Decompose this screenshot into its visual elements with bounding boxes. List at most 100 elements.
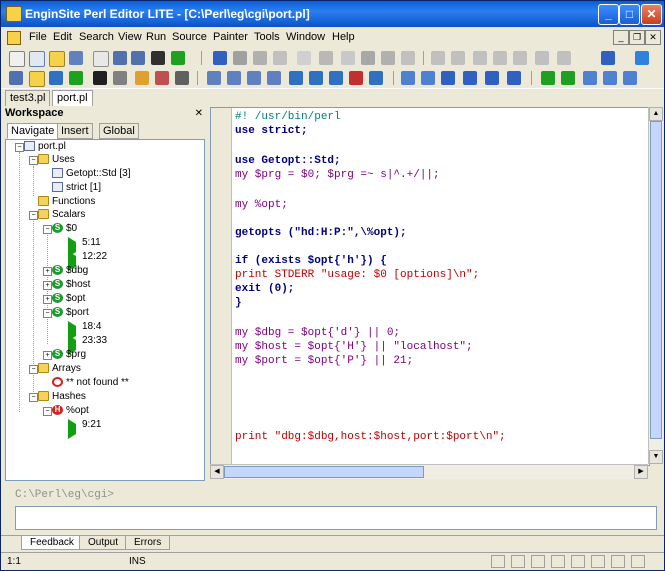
delete-icon[interactable] (361, 51, 375, 65)
menu-search[interactable]: Search (79, 31, 114, 43)
browse-icon[interactable] (29, 71, 45, 87)
frame-icon[interactable] (421, 71, 435, 85)
tab-insert[interactable]: Insert (57, 123, 93, 139)
debug-run-icon[interactable] (69, 71, 83, 85)
menu-view[interactable]: View (118, 31, 142, 43)
tab-navigate[interactable]: Navigate (7, 123, 59, 139)
help-icon[interactable] (635, 51, 649, 65)
color-icon[interactable] (349, 71, 363, 85)
breakpoint-icon[interactable] (155, 71, 169, 85)
redo-icon[interactable] (451, 51, 465, 65)
close-icon[interactable]: ✕ (195, 108, 203, 119)
grid-icon[interactable] (227, 71, 241, 85)
module-icon[interactable] (369, 71, 383, 85)
mdi-restore-button[interactable]: ❐ (629, 30, 645, 45)
browser-icon[interactable] (401, 71, 415, 85)
panel-splitter[interactable] (206, 107, 209, 480)
syntax-check-icon[interactable] (9, 71, 23, 85)
list-icon[interactable] (289, 71, 303, 85)
help-search-icon[interactable] (601, 51, 615, 65)
doc-system-icon[interactable] (7, 31, 21, 45)
code-editor[interactable]: #! /usr/bin/perl use strict; use Getopt:… (210, 107, 650, 466)
comment-icon[interactable] (151, 51, 165, 65)
server-icon[interactable] (507, 71, 521, 85)
refresh-icon[interactable] (49, 71, 63, 85)
menu-edit[interactable]: Edit (53, 31, 72, 43)
painter-icon[interactable] (213, 51, 227, 65)
undo-icon[interactable] (431, 51, 445, 65)
back-icon[interactable] (561, 71, 575, 85)
menu-run[interactable]: Run (146, 31, 166, 43)
console-input[interactable] (15, 506, 657, 530)
css-icon[interactable] (463, 71, 477, 85)
cascade-icon[interactable] (603, 71, 617, 85)
outdent-icon[interactable] (131, 51, 145, 65)
cgi-icon[interactable] (485, 71, 499, 85)
new-project-icon[interactable] (29, 51, 45, 67)
tab-errors[interactable]: Errors (125, 536, 171, 550)
status-icon (591, 555, 605, 568)
scroll-down-icon[interactable]: ▼ (649, 450, 663, 464)
table-icon[interactable] (267, 71, 281, 85)
menu-window[interactable]: Window (286, 31, 325, 43)
horizontal-scroll-thumb[interactable] (224, 466, 424, 478)
rect-icon[interactable] (253, 51, 267, 65)
scroll-right-icon[interactable]: ▶ (634, 465, 648, 479)
editor-vertical-scrollbar[interactable]: ▲ ▼ (648, 107, 663, 464)
menu-source[interactable]: Source (172, 31, 207, 43)
tab-feedback[interactable]: Feedback (21, 536, 83, 550)
clock-icon[interactable] (175, 71, 189, 85)
chart-icon[interactable] (329, 71, 343, 85)
scroll-up-icon[interactable]: ▲ (649, 107, 663, 121)
open-folder-icon[interactable] (49, 51, 65, 67)
doc-tab-port[interactable]: port.pl (52, 90, 93, 106)
stop-icon[interactable] (113, 71, 127, 85)
shape-icon[interactable] (297, 51, 311, 65)
cut-icon[interactable] (473, 51, 487, 65)
eraser-icon[interactable] (341, 51, 355, 65)
menu-tools[interactable]: Tools (254, 31, 280, 43)
arrange-icon[interactable] (623, 71, 637, 85)
status-icon (571, 555, 585, 568)
indent-icon[interactable] (113, 51, 127, 65)
pencil-icon[interactable] (319, 51, 333, 65)
save-icon[interactable] (69, 51, 83, 65)
copy-icon[interactable] (493, 51, 507, 65)
menu-help[interactable]: Help (332, 31, 355, 43)
tree-icon[interactable] (309, 71, 323, 85)
mdi-close-button[interactable]: ✕ (645, 30, 661, 45)
tab-output[interactable]: Output (79, 536, 128, 550)
text-icon[interactable] (401, 51, 415, 65)
mdi-minimize-button[interactable]: _ (613, 30, 629, 45)
doc-tab-test3[interactable]: test3.pl (5, 90, 51, 106)
maximize-button[interactable]: □ (619, 4, 640, 25)
hash-icon: H (52, 405, 63, 415)
menu-painter[interactable]: Painter (213, 31, 248, 43)
close-button[interactable]: ✕ (641, 4, 662, 25)
line-icon[interactable] (233, 51, 247, 65)
print-icon[interactable] (93, 51, 109, 67)
new-file-icon[interactable] (9, 51, 25, 67)
form-icon[interactable] (247, 71, 261, 85)
console-icon[interactable] (93, 71, 107, 85)
scroll-left-icon[interactable]: ◀ (210, 465, 224, 479)
html-icon[interactable] (441, 71, 455, 85)
find-icon[interactable] (535, 51, 549, 65)
replace-icon[interactable] (557, 51, 571, 65)
vertical-scroll-thumb[interactable] (650, 121, 662, 439)
run-icon[interactable] (171, 51, 185, 65)
tab-global[interactable]: Global (99, 123, 139, 139)
forward-icon[interactable] (541, 71, 555, 85)
editor-horizontal-scrollbar[interactable]: ◀ ▶ (210, 464, 648, 479)
ellipse-icon[interactable] (273, 51, 287, 65)
app-icon (6, 6, 22, 22)
window-icon[interactable] (207, 71, 221, 85)
module-icon (52, 168, 63, 178)
paste-icon[interactable] (513, 51, 527, 65)
menu-file[interactable]: File (29, 31, 47, 43)
tile-icon[interactable] (583, 71, 597, 85)
format-icon[interactable] (135, 71, 149, 85)
fill-icon[interactable] (381, 51, 395, 65)
minimize-button[interactable]: _ (598, 4, 619, 25)
menu-bar: File Edit Search View Run Source Painter… (1, 28, 664, 47)
